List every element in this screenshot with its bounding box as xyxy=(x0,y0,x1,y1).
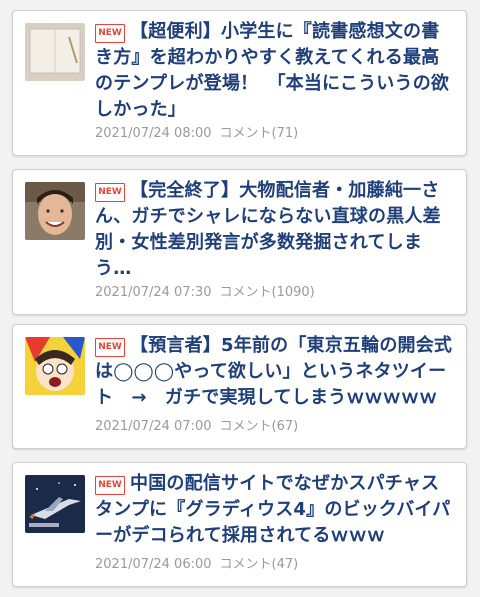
article-date: 2021/07/24 06:00 xyxy=(95,557,212,572)
article-date: 2021/07/24 08:00 xyxy=(95,126,212,141)
article-title[interactable]: NEW 【超便利】小学生に『読書感想文の書き方』を超わかりやすく教えてくれる最高の… xyxy=(95,19,454,123)
new-badge: NEW xyxy=(95,183,125,202)
article-thumbnail[interactable] xyxy=(25,337,85,395)
article-card[interactable]: NEW 【完全終了】大物配信者・加藤純一さん、ガチでシャレにならない直球の黒人差別… xyxy=(12,169,467,315)
article-card[interactable]: NEW 【預言者】5年前の「東京五輪の開会式は◯◯◯やって欲しい」というネタツイー… xyxy=(12,324,467,449)
article-date: 2021/07/24 07:30 xyxy=(95,285,212,300)
article-date: 2021/07/24 07:00 xyxy=(95,419,212,434)
article-thumbnail[interactable] xyxy=(25,182,85,240)
article-thumbnail[interactable] xyxy=(25,23,85,81)
new-badge: NEW xyxy=(95,338,125,357)
comment-count: コメント(1090) xyxy=(219,285,315,300)
comment-count: コメント(71) xyxy=(219,126,299,141)
article-thumbnail[interactable] xyxy=(25,475,85,533)
article-meta: 2021/07/24 07:00 コメント(67) xyxy=(95,415,298,434)
article-feed: NEW 【超便利】小学生に『読書感想文の書き方』を超わかりやすく教えてくれる最高の… xyxy=(0,0,480,597)
article-title[interactable]: NEW 中国の配信サイトでなぜかスパチャスタンプに『グラディウス4』のビックバイパ… xyxy=(95,471,454,549)
article-card[interactable]: NEW 中国の配信サイトでなぜかスパチャスタンプに『グラディウス4』のビックバイパ… xyxy=(12,462,467,587)
article-title-text[interactable]: 【預言者】5年前の「東京五輪の開会式は◯◯◯やって欲しい」というネタツイート →… xyxy=(95,335,452,408)
comment-count: コメント(67) xyxy=(219,419,299,434)
new-badge: NEW xyxy=(95,476,125,495)
article-meta: 2021/07/24 06:00 コメント(47) xyxy=(95,553,298,572)
article-card[interactable]: NEW 【超便利】小学生に『読書感想文の書き方』を超わかりやすく教えてくれる最高の… xyxy=(12,10,467,156)
comment-count: コメント(47) xyxy=(219,557,299,572)
article-title[interactable]: NEW 【完全終了】大物配信者・加藤純一さん、ガチでシャレにならない直球の黒人差別… xyxy=(95,178,454,282)
article-title-text[interactable]: 【完全終了】大物配信者・加藤純一さん、ガチでシャレにならない直球の黒人差別・女性… xyxy=(95,180,441,279)
article-title[interactable]: NEW 【預言者】5年前の「東京五輪の開会式は◯◯◯やって欲しい」というネタツイー… xyxy=(95,333,454,411)
article-meta: 2021/07/24 08:00 コメント(71) xyxy=(95,122,298,141)
article-title-text[interactable]: 【超便利】小学生に『読書感想文の書き方』を超わかりやすく教えてくれる最高のテンプ… xyxy=(95,21,449,120)
new-badge: NEW xyxy=(95,24,125,43)
article-meta: 2021/07/24 07:30 コメント(1090) xyxy=(95,281,315,300)
article-title-text[interactable]: 中国の配信サイトでなぜかスパチャスタンプに『グラディウス4』のビックバイパーがデ… xyxy=(95,473,450,546)
